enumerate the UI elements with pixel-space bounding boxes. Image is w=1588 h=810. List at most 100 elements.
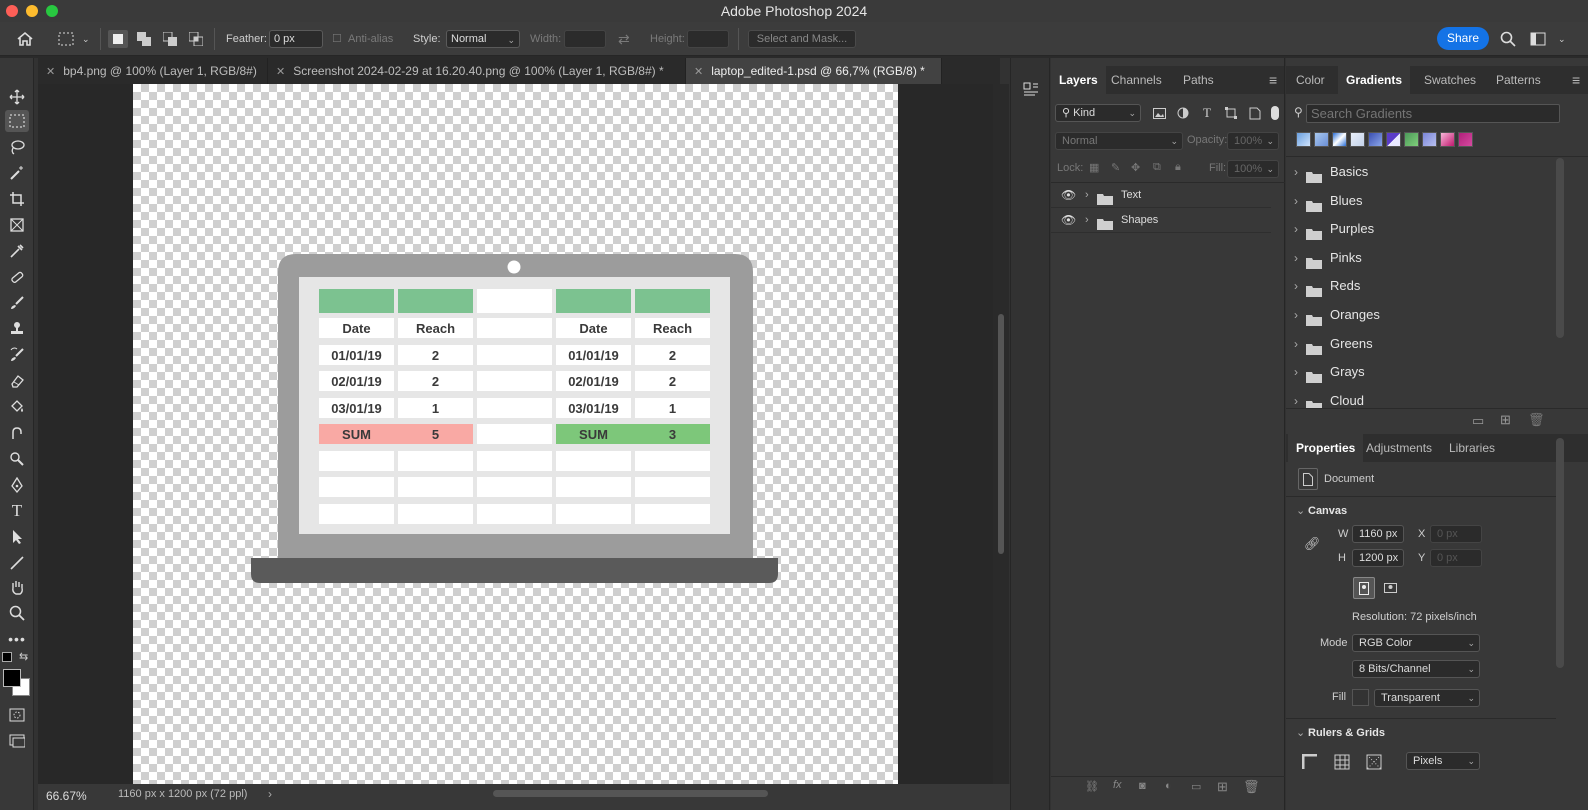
delete-gradient-icon[interactable]: 🗑︎ bbox=[1528, 412, 1545, 428]
tab-layers[interactable]: Layers bbox=[1051, 66, 1106, 94]
chevron-down-icon[interactable]: ⌄ bbox=[1296, 504, 1305, 517]
lock-pixels-icon[interactable]: ✎ bbox=[1111, 161, 1120, 174]
new-layer-icon[interactable]: ⊞ bbox=[1217, 779, 1228, 795]
subtract-from-selection-icon[interactable] bbox=[160, 30, 180, 48]
close-icon[interactable]: ✕ bbox=[276, 66, 285, 78]
hand-tool-icon[interactable] bbox=[5, 576, 29, 598]
magic-wand-tool-icon[interactable] bbox=[5, 162, 29, 184]
dodge-tool-icon[interactable] bbox=[5, 448, 29, 470]
foreground-color-swatch[interactable] bbox=[3, 669, 21, 687]
gradient-group-greens[interactable]: › Greens bbox=[1286, 330, 1554, 358]
gradient-group-grays[interactable]: › Grays bbox=[1286, 358, 1554, 386]
chevron-down-icon[interactable]: ⌄ bbox=[1296, 726, 1305, 739]
smudge-tool-icon[interactable] bbox=[5, 422, 29, 444]
chevron-right-icon[interactable]: › bbox=[1294, 358, 1298, 386]
grid-icon[interactable] bbox=[1332, 752, 1352, 772]
filter-toggle[interactable] bbox=[1271, 106, 1279, 120]
path-selection-tool-icon[interactable] bbox=[5, 526, 29, 548]
tab-color[interactable]: Color bbox=[1288, 66, 1333, 94]
gradient-swatch-4[interactable] bbox=[1350, 132, 1365, 147]
more-tools-icon[interactable]: ••• bbox=[5, 628, 29, 650]
tab-libraries[interactable]: Libraries bbox=[1441, 434, 1503, 462]
default-colors-icon[interactable] bbox=[2, 652, 12, 662]
gradient-swatch-2[interactable] bbox=[1314, 132, 1329, 147]
intersect-selection-icon[interactable] bbox=[186, 30, 206, 48]
visibility-eye-icon[interactable]: 👁︎ bbox=[1061, 183, 1076, 208]
style-select[interactable]: Normal ⌄ bbox=[446, 30, 520, 48]
add-to-selection-icon[interactable] bbox=[134, 30, 154, 48]
blend-mode-select[interactable]: Normal ⌄ bbox=[1055, 132, 1183, 150]
tab-adjustments[interactable]: Adjustments bbox=[1358, 434, 1440, 462]
close-icon[interactable]: ✕ bbox=[46, 66, 55, 78]
feather-input[interactable]: 0 px bbox=[269, 30, 323, 48]
chevron-right-icon[interactable]: › bbox=[1294, 215, 1298, 243]
move-tool-icon[interactable] bbox=[5, 86, 29, 108]
chevron-right-icon[interactable]: › bbox=[1294, 330, 1298, 358]
type-filter-icon[interactable]: T bbox=[1199, 105, 1215, 121]
tab-laptop-edited[interactable]: ✕ laptop_edited-1.psd @ 66,7% (RGB/8) * bbox=[686, 58, 942, 84]
rectangular-marquee-tool-icon[interactable] bbox=[5, 110, 29, 132]
eyedropper-tool-icon[interactable] bbox=[5, 240, 29, 262]
portrait-orientation-icon[interactable] bbox=[1353, 577, 1375, 599]
gradient-group-purples[interactable]: › Purples bbox=[1286, 215, 1554, 243]
close-icon[interactable]: ✕ bbox=[694, 66, 703, 78]
canvas-height-input[interactable]: 1200 px bbox=[1352, 549, 1404, 567]
chevron-right-icon[interactable]: › bbox=[1294, 187, 1298, 215]
chevron-right-icon[interactable]: › bbox=[1294, 244, 1298, 272]
properties-scrollbar[interactable] bbox=[1556, 438, 1564, 668]
pen-tool-icon[interactable] bbox=[5, 474, 29, 496]
panel-menu-icon[interactable]: ≡ bbox=[1564, 66, 1588, 94]
new-selection-icon[interactable] bbox=[108, 30, 128, 48]
layer-row-shapes[interactable]: 👁︎ › Shapes bbox=[1051, 208, 1271, 233]
tab-gradients[interactable]: Gradients bbox=[1338, 66, 1411, 94]
tab-properties[interactable]: Properties bbox=[1288, 434, 1364, 462]
minimize-window-button[interactable] bbox=[26, 5, 38, 17]
canvas-y-input[interactable]: 0 px bbox=[1430, 549, 1482, 567]
units-select[interactable]: Pixels ⌄ bbox=[1406, 752, 1480, 770]
shape-filter-icon[interactable] bbox=[1223, 105, 1239, 121]
panel-menu-icon[interactable]: ≡ bbox=[1261, 66, 1285, 94]
adjustment-layer-icon[interactable]: ◐ bbox=[1165, 780, 1172, 792]
gradient-swatch-6[interactable] bbox=[1386, 132, 1401, 147]
search-gradients-input[interactable] bbox=[1306, 104, 1560, 123]
workspace-icon[interactable] bbox=[1528, 30, 1548, 48]
zoom-window-button[interactable] bbox=[46, 5, 58, 17]
landscape-orientation-icon[interactable] bbox=[1379, 577, 1401, 599]
history-panel-icon[interactable] bbox=[1021, 80, 1041, 100]
link-dimensions-icon[interactable]: 🔗︎ bbox=[1304, 536, 1321, 552]
zoom-tool-icon[interactable] bbox=[5, 602, 29, 624]
line-tool-icon[interactable] bbox=[5, 552, 29, 574]
gradients-scrollbar[interactable] bbox=[1556, 158, 1564, 338]
bit-depth-select[interactable]: 8 Bits/Channel ⌄ bbox=[1352, 660, 1480, 678]
smart-object-filter-icon[interactable] bbox=[1247, 105, 1263, 121]
screen-mode-icon[interactable] bbox=[5, 730, 29, 752]
tab-channels[interactable]: Channels bbox=[1103, 66, 1170, 94]
gradient-swatch-3[interactable] bbox=[1332, 132, 1347, 147]
adjustment-filter-icon[interactable] bbox=[1175, 105, 1191, 121]
lock-position-icon[interactable]: ✥ bbox=[1131, 161, 1140, 174]
chevron-right-icon[interactable]: › bbox=[268, 785, 272, 803]
type-tool-icon[interactable]: T bbox=[5, 500, 29, 522]
share-button[interactable]: Share bbox=[1437, 27, 1489, 50]
chevron-right-icon[interactable]: › bbox=[1294, 301, 1298, 329]
chevron-right-icon[interactable]: › bbox=[1294, 272, 1298, 300]
gradient-swatch-7[interactable] bbox=[1404, 132, 1419, 147]
canvas[interactable]: Date Reach Date Reach 01/01/19 2 01/01/19 2 02/0… bbox=[133, 84, 898, 784]
zoom-level[interactable]: 66.67% bbox=[46, 787, 87, 805]
quick-mask-icon[interactable] bbox=[5, 704, 29, 726]
layer-style-icon[interactable]: fx bbox=[1113, 779, 1122, 791]
gradient-swatch-1[interactable] bbox=[1296, 132, 1311, 147]
lock-transparent-icon[interactable]: ▦ bbox=[1089, 161, 1099, 174]
rulers-icon[interactable] bbox=[1300, 752, 1320, 772]
vertical-scrollbar[interactable] bbox=[993, 84, 1009, 784]
gradient-group-basics[interactable]: › Basics bbox=[1286, 158, 1554, 186]
fill-color-swatch[interactable] bbox=[1352, 689, 1369, 706]
anti-alias-checkbox[interactable]: ☐ bbox=[332, 22, 342, 56]
crop-tool-icon[interactable] bbox=[5, 188, 29, 210]
fill-select[interactable]: Transparent ⌄ bbox=[1374, 689, 1480, 707]
visibility-eye-icon[interactable]: 👁︎ bbox=[1061, 208, 1076, 233]
fill-input[interactable]: 100% ⌄ bbox=[1227, 160, 1279, 178]
new-group-icon[interactable]: ▭ bbox=[1472, 413, 1484, 429]
chevron-right-icon[interactable]: › bbox=[1294, 158, 1298, 186]
swap-icon[interactable]: ⇄ bbox=[618, 22, 630, 56]
